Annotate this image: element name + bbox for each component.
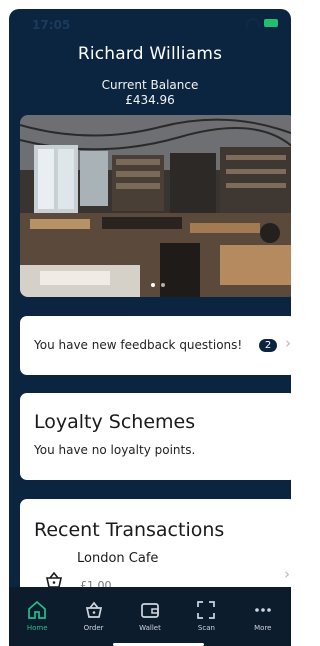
tab-label: Scan — [197, 624, 215, 632]
hero-carousel[interactable] — [20, 115, 291, 297]
balance-label: Current Balance — [101, 78, 199, 92]
header: Richard Williams Current Balance £434.96 — [9, 41, 291, 107]
transaction-merchant[interactable]: London Cafe — [77, 551, 158, 566]
feedback-text: You have new feedback questions! — [34, 338, 243, 352]
cafe-interior-image — [20, 115, 291, 297]
user-name: Richard Williams — [77, 44, 223, 64]
tab-wallet[interactable]: Wallet — [122, 587, 178, 646]
tab-home[interactable]: Home — [9, 587, 65, 646]
carousel-dot[interactable] — [161, 283, 165, 287]
tab-more[interactable]: More — [235, 587, 291, 646]
tab-label: Order — [83, 624, 104, 632]
balance-value: £434.96 — [125, 93, 175, 107]
chevron-right-icon[interactable]: › — [284, 565, 290, 583]
more-icon — [255, 608, 271, 612]
battery-icon — [264, 19, 278, 27]
status-time: 17:05 — [32, 18, 71, 32]
carousel-dot[interactable] — [151, 283, 155, 287]
loyalty-card[interactable]: Loyalty Schemes You have no loyalty poin… — [20, 393, 291, 480]
tab-bar: Home Order Wallet Scan More — [9, 587, 291, 646]
loyalty-title: Loyalty Schemes — [34, 411, 196, 433]
wallet-icon — [141, 603, 159, 618]
scan-icon — [197, 601, 216, 619]
app-screen: 17:05 Richard Williams Current Balance £… — [9, 9, 291, 646]
home-icon — [28, 600, 47, 619]
status-icons — [246, 18, 278, 28]
status-bar: 17:05 — [9, 9, 291, 33]
transactions-title: Recent Transactions — [34, 519, 225, 541]
tab-label: Wallet — [139, 624, 161, 632]
chevron-right-icon: › — [285, 334, 291, 352]
wifi-icon — [246, 18, 260, 28]
carousel-dots — [20, 283, 291, 287]
tab-label: More — [254, 624, 272, 632]
feedback-count-badge: 2 — [259, 339, 277, 352]
tab-scan[interactable]: Scan — [178, 587, 234, 646]
basket-icon — [85, 601, 102, 618]
tab-label: Home — [26, 624, 48, 632]
feedback-card[interactable]: You have new feedback questions! 2 › — [20, 316, 291, 375]
loyalty-subtitle: You have no loyalty points. — [34, 443, 196, 457]
tab-order[interactable]: Order — [65, 587, 121, 646]
